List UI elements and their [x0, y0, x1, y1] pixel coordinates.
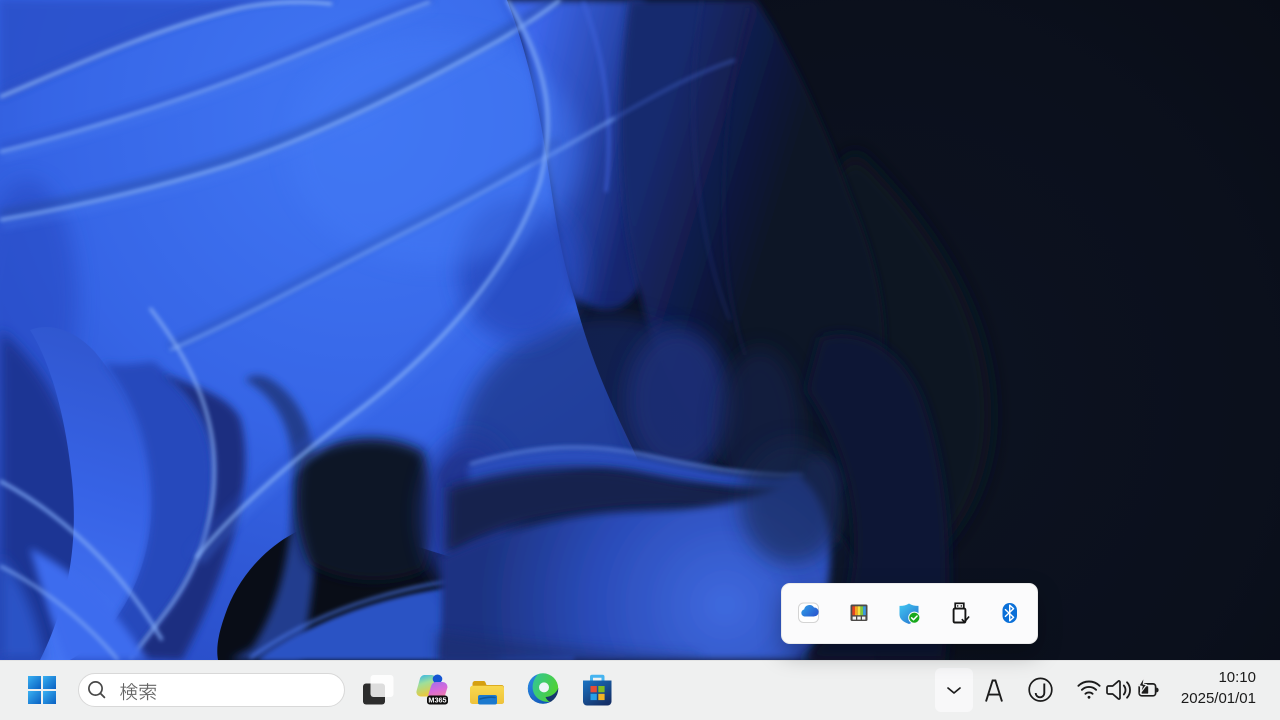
svg-text:M365: M365 [428, 696, 446, 705]
